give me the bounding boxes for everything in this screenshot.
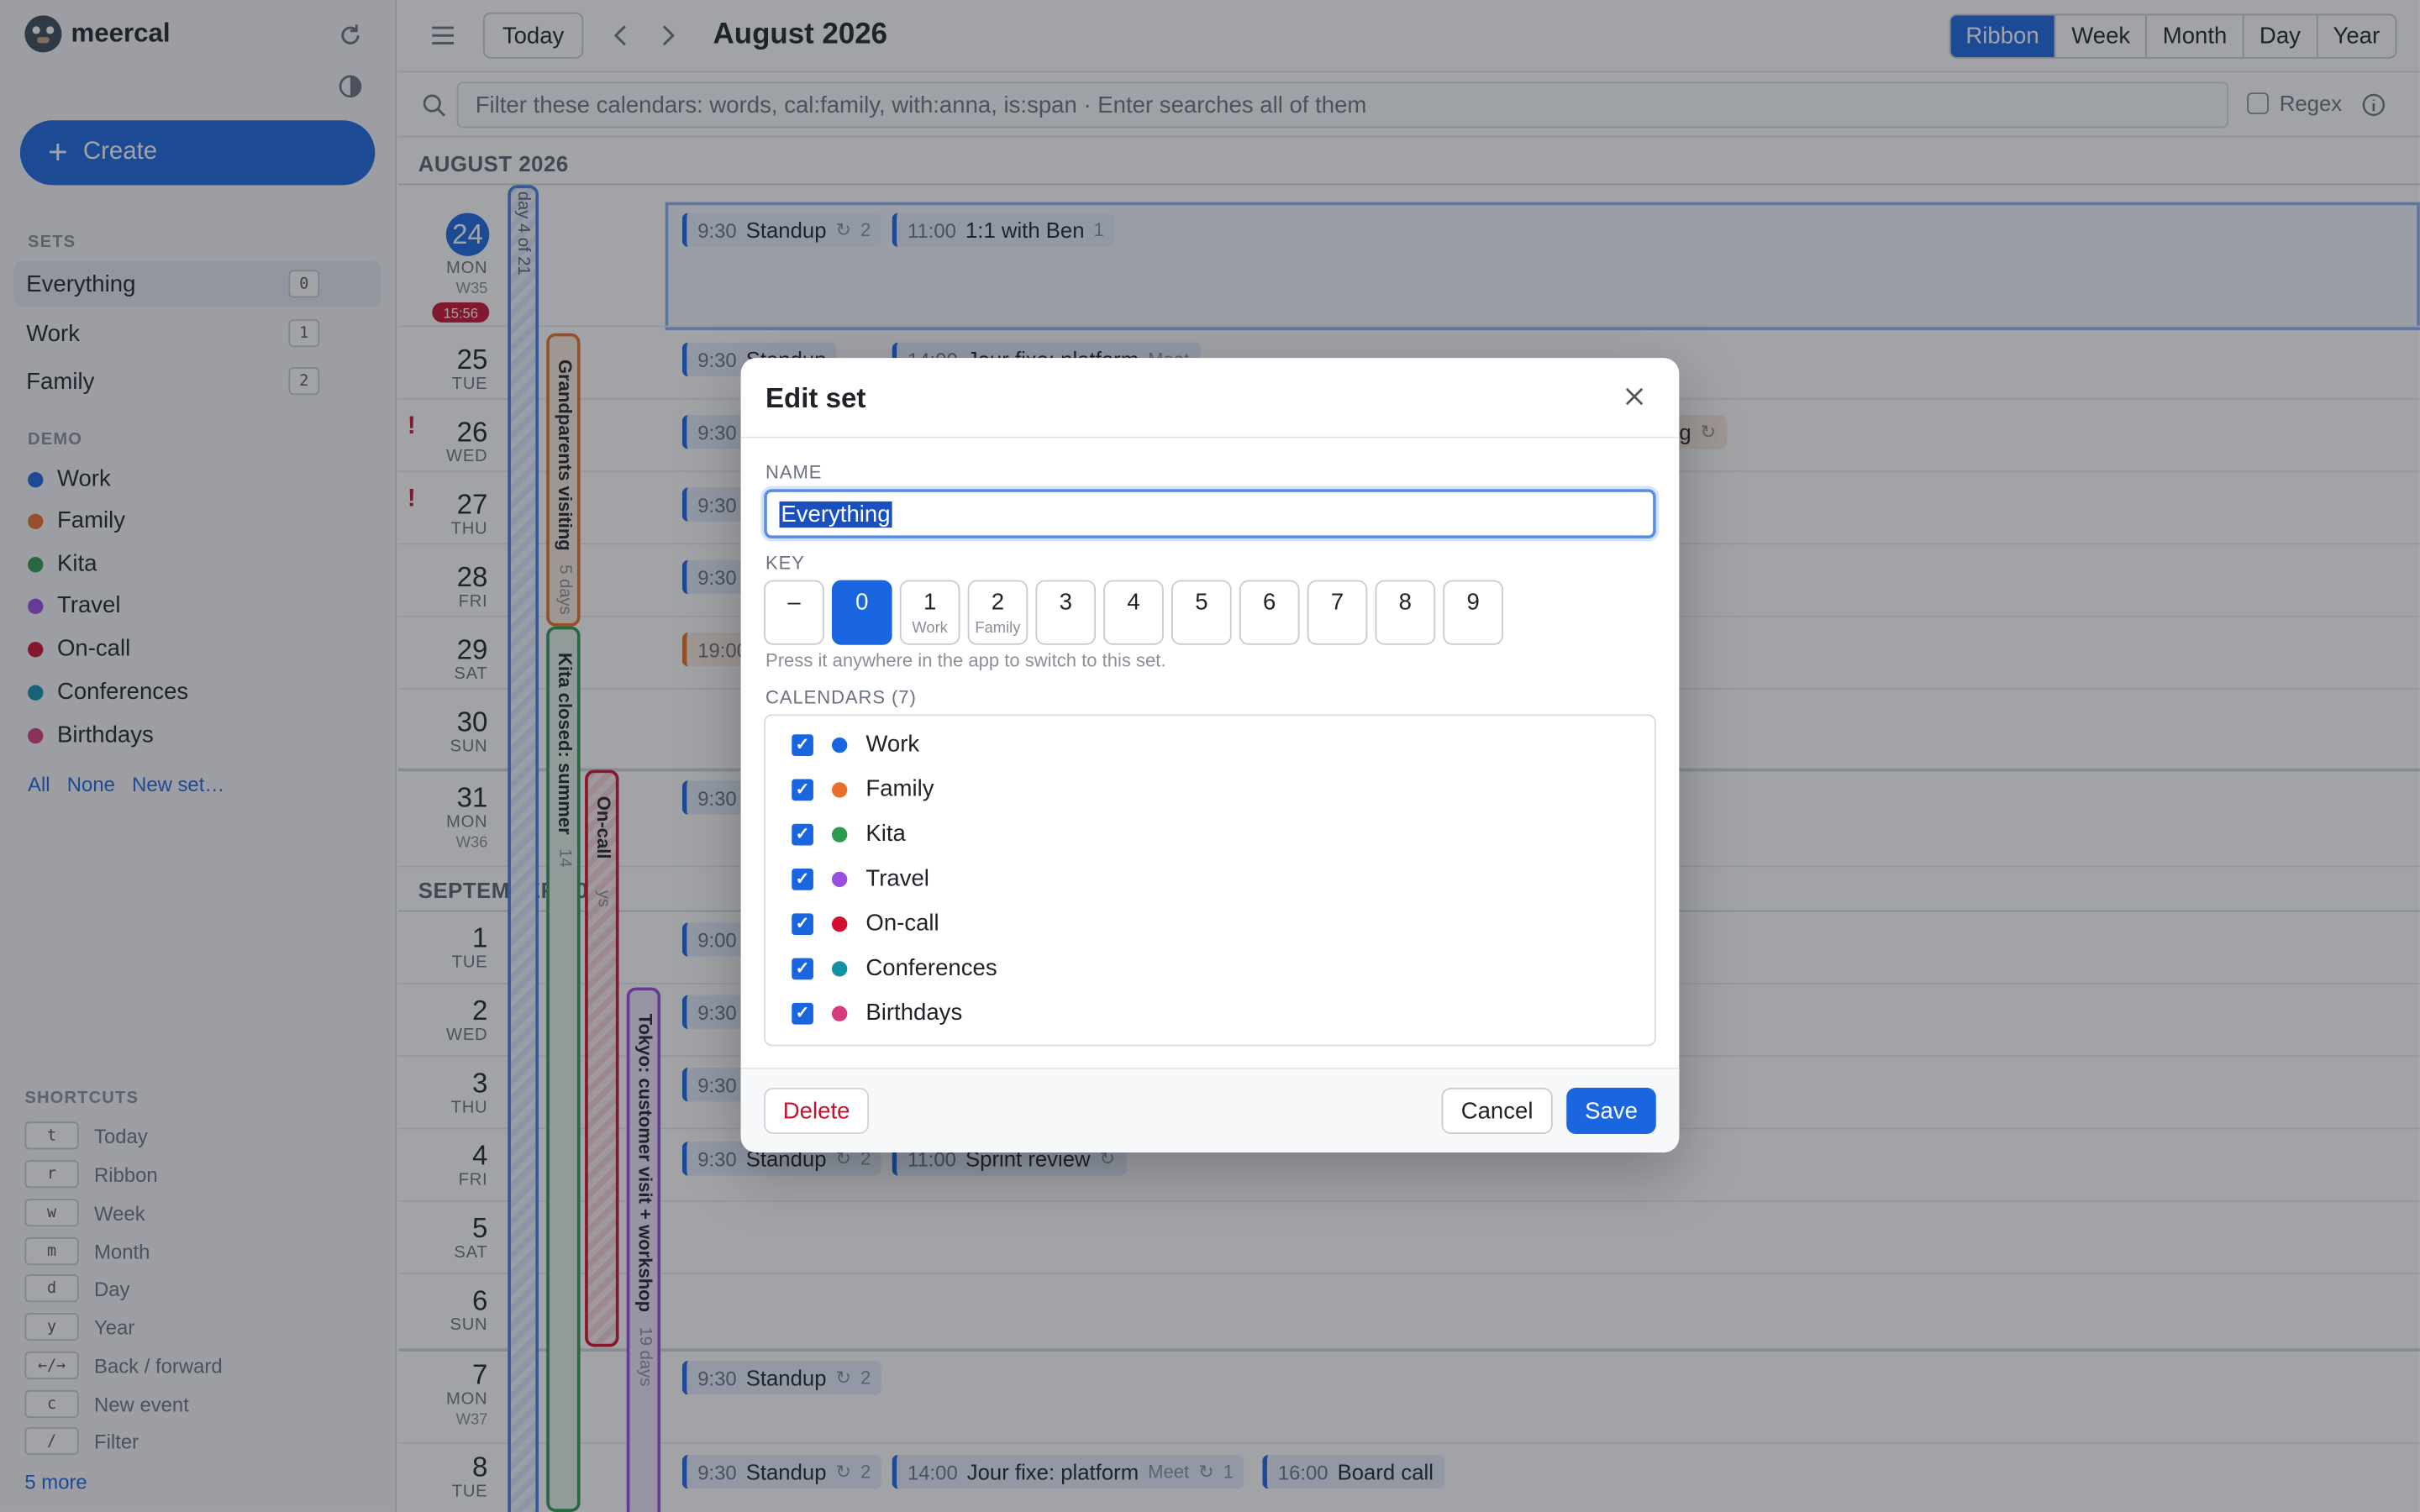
close-icon[interactable] <box>1623 383 1645 416</box>
key-option-1[interactable]: 1 Work <box>899 580 960 645</box>
calendar-option-label: On-call <box>865 910 939 937</box>
key-option-label: 0 <box>855 589 869 616</box>
key-option-8[interactable]: 8 <box>1375 580 1436 645</box>
calendar-option-label: Family <box>865 775 934 803</box>
checkbox[interactable]: ✓ <box>792 912 813 935</box>
key-option-7[interactable]: 7 <box>1307 580 1368 645</box>
dialog-title: Edit set <box>765 382 866 414</box>
key-option-label: 2 <box>991 589 1005 616</box>
calendar-color-dot <box>831 1005 848 1021</box>
edit-set-dialog: Edit set NAME Everything KEY – 0 1 Work 2… <box>740 358 1680 1153</box>
calendar-option-conferences[interactable]: ✓ Conferences <box>792 955 997 981</box>
calendar-option-birthdays[interactable]: ✓ Birthdays <box>792 1000 962 1026</box>
calendar-option-kita[interactable]: ✓ Kita <box>792 821 906 847</box>
calendar-option-label: Work <box>865 731 920 758</box>
key-option-label: 9 <box>1466 589 1480 616</box>
key-option-label: 1 <box>923 589 937 616</box>
key-hint: Press it anywhere in the app to switch t… <box>765 649 1166 671</box>
checkbox[interactable]: ✓ <box>792 822 813 845</box>
checkbox[interactable]: ✓ <box>792 1001 813 1024</box>
dialog-footer: Delete Cancel Save <box>740 1067 1680 1153</box>
save-button[interactable]: Save <box>1566 1087 1656 1134</box>
calendar-color-dot <box>831 960 848 976</box>
key-option-none[interactable]: – <box>764 580 824 645</box>
checkbox[interactable]: ✓ <box>792 868 813 890</box>
calendar-option-family[interactable]: ✓ Family <box>792 776 934 802</box>
calendar-option-on-call[interactable]: ✓ On-call <box>792 911 939 937</box>
key-option-label: 6 <box>1263 589 1276 616</box>
calendar-color-dot <box>831 826 848 842</box>
key-option-6[interactable]: 6 <box>1239 580 1300 645</box>
name-label: NAME <box>765 461 823 483</box>
key-option-label: 4 <box>1127 589 1140 616</box>
key-picker: – 0 1 Work 2 Family 3 4 5 6 7 8 9 <box>764 580 1503 645</box>
key-option-5[interactable]: 5 <box>1171 580 1232 645</box>
key-option-set: Work <box>912 620 948 638</box>
calendar-option-label: Travel <box>865 865 929 892</box>
cancel-button[interactable]: Cancel <box>1441 1087 1553 1134</box>
calendar-option-label: Conferences <box>865 954 997 982</box>
calendars-label: CALENDARS (7) <box>765 686 917 709</box>
checkbox[interactable]: ✓ <box>792 778 813 801</box>
key-label: KEY <box>765 552 805 575</box>
delete-button[interactable]: Delete <box>764 1087 870 1134</box>
set-name-input[interactable]: Everything <box>764 489 1656 539</box>
calendar-color-dot <box>831 870 848 887</box>
app-root: meercal + Create SETS Everything 0 Work … <box>0 0 2420 1512</box>
key-option-9[interactable]: 9 <box>1443 580 1503 645</box>
calendar-color-dot <box>831 781 848 797</box>
calendar-option-label: Birthdays <box>865 1000 963 1026</box>
key-option-label: 7 <box>1330 589 1344 616</box>
key-option-label: 5 <box>1195 589 1208 616</box>
checkbox[interactable]: ✓ <box>792 733 813 756</box>
key-option-4[interactable]: 4 <box>1103 580 1164 645</box>
key-option-set: Family <box>975 620 1021 638</box>
calendar-color-dot <box>831 737 848 753</box>
calendar-color-dot <box>831 916 848 932</box>
dialog-header: Edit set <box>740 358 1680 438</box>
key-option-0[interactable]: 0 <box>831 580 892 645</box>
key-option-2[interactable]: 2 Family <box>967 580 1028 645</box>
set-name-value: Everything <box>779 501 892 528</box>
calendar-option-label: Kita <box>865 821 906 848</box>
key-option-label: – <box>787 589 801 616</box>
calendar-option-work[interactable]: ✓ Work <box>792 732 919 758</box>
checkbox[interactable]: ✓ <box>792 957 813 979</box>
key-option-3[interactable]: 3 <box>1035 580 1097 645</box>
calendar-option-travel[interactable]: ✓ Travel <box>792 865 929 892</box>
calendar-checklist: ✓ Work ✓ Family ✓ Kita ✓ Travel ✓ On-call ✓ Co… <box>764 714 1656 1047</box>
key-option-label: 8 <box>1398 589 1412 616</box>
key-option-label: 3 <box>1059 589 1072 616</box>
